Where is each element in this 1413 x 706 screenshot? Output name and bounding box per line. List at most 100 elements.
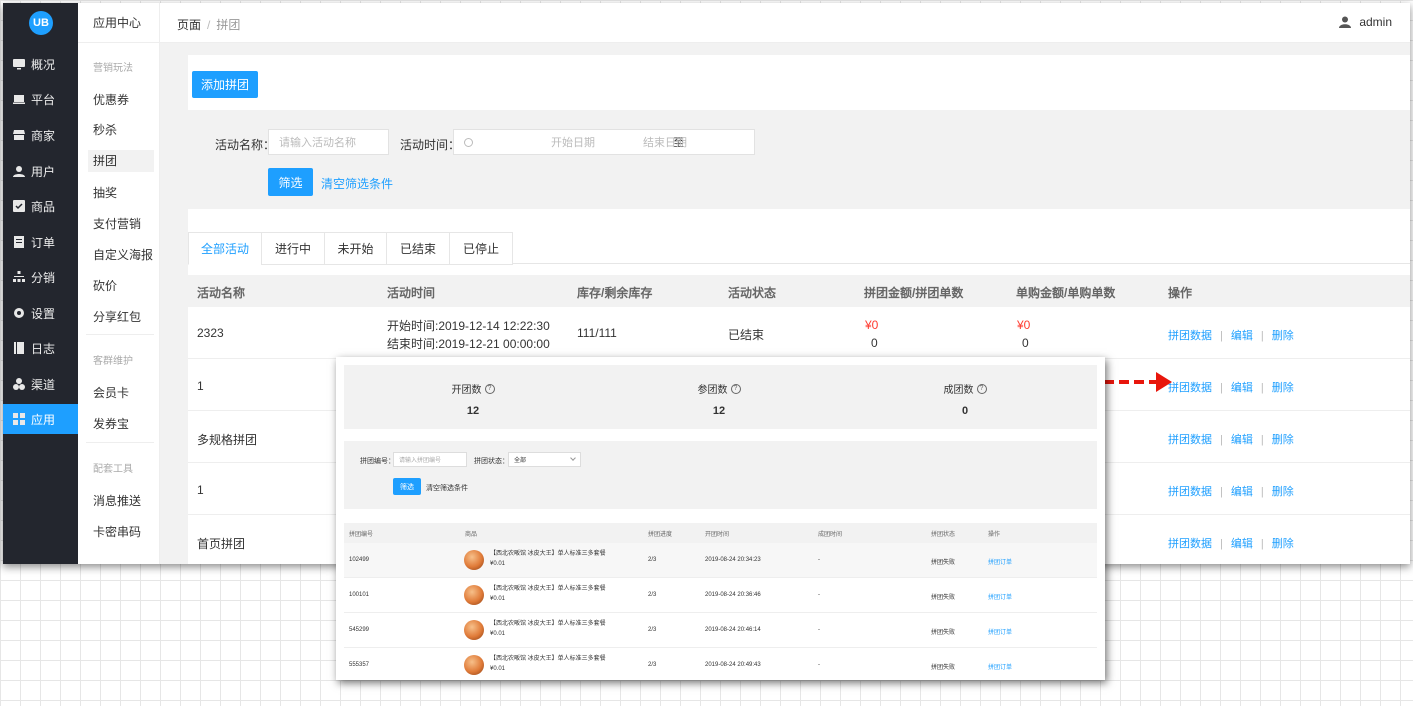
goods-name: 【西北农畈馆 冰皮大王】单人标准三多套餐 <box>490 551 606 557</box>
submenu-title: 应用中心 <box>78 3 160 43</box>
goods-name: 【西北农畈馆 冰皮大王】单人标准三多套餐 <box>490 621 606 627</box>
tab-all[interactable]: 全部活动 <box>188 232 262 265</box>
delete-link[interactable]: 删除 <box>1272 486 1294 498</box>
action-separator: | <box>1260 434 1264 446</box>
help-icon[interactable]: ? <box>730 383 741 394</box>
user-icon <box>13 165 25 177</box>
group-data-link[interactable]: 拼团数据 <box>1168 382 1212 394</box>
edit-link[interactable]: 编辑 <box>1231 330 1253 342</box>
tab-not-started[interactable]: 未开始 <box>324 232 387 265</box>
submenu-item-coupon-treasure[interactable]: 发券宝 <box>88 413 154 435</box>
open-time: 2019-08-24 20:46:14 <box>705 627 761 633</box>
sidebar-item-platform[interactable]: 平台 <box>3 84 78 114</box>
delete-link[interactable]: 删除 <box>1272 434 1294 446</box>
complete-time: - <box>818 557 820 563</box>
group-order-link[interactable]: 拼团订单 <box>988 662 1012 671</box>
delete-link[interactable]: 删除 <box>1272 330 1294 342</box>
help-icon[interactable]: ? <box>976 383 987 394</box>
submenu-item-lottery[interactable]: 抽奖 <box>88 182 154 204</box>
col-single-amount: 单购金额/单购单数 <box>1016 286 1116 300</box>
group-data-link[interactable]: 拼团数据 <box>1168 538 1212 550</box>
group-no: 102499 <box>349 557 370 563</box>
sidebar-item-orders[interactable]: 订单 <box>3 227 78 257</box>
action-separator: | <box>1220 382 1223 394</box>
goods-price: ¥0.01 <box>490 666 506 672</box>
complete-time: - <box>818 627 820 633</box>
clear-filter-link[interactable]: 清空筛选条件 <box>321 175 393 192</box>
submenu-item-member-card[interactable]: 会员卡 <box>88 382 154 404</box>
single-amount: ¥0 <box>1017 318 1031 332</box>
sidebar-item-label: 商家 <box>31 128 56 143</box>
delete-link[interactable]: 删除 <box>1272 382 1294 394</box>
submenu-item-card-codes[interactable]: 卡密串码 <box>88 521 154 543</box>
sidebar-item-merchant[interactable]: 商家 <box>3 120 78 150</box>
submenu-item-flash-sale[interactable]: 秒杀 <box>88 119 154 141</box>
add-group-buy-button[interactable]: 添加拼团 <box>192 71 258 98</box>
sidebar-item-overview[interactable]: 概况 <box>3 49 78 79</box>
popup-filter-button[interactable]: 筛选 <box>393 478 421 495</box>
row-actions: 拼团数据 | 编辑 | 删除 <box>1168 483 1294 499</box>
open-time: 2019-08-24 20:49:43 <box>705 662 761 668</box>
submenu-item-bargain[interactable]: 砍价 <box>88 275 154 297</box>
user-menu[interactable]: admin <box>1339 15 1392 29</box>
action-separator: | <box>1220 330 1223 342</box>
group-data-link[interactable]: 拼团数据 <box>1168 330 1212 342</box>
group-data-link[interactable]: 拼团数据 <box>1168 486 1212 498</box>
row-actions: 拼团数据 | 编辑 | 删除 <box>1168 327 1294 343</box>
stock-value: 111/111 <box>577 326 617 340</box>
start-date-placeholder: 开始日期 <box>551 137 595 149</box>
submenu-item-custom-poster[interactable]: 自定义海报 <box>88 244 154 266</box>
stat-value: 0 <box>961 405 969 417</box>
submenu-item-pay-marketing[interactable]: 支付营销 <box>88 213 154 235</box>
popup-clear-filter-link[interactable]: 清空筛选条件 <box>426 483 468 493</box>
row-actions: 拼团数据 | 编辑 | 删除 <box>1168 535 1294 551</box>
edit-link[interactable]: 编辑 <box>1231 434 1253 446</box>
sidebar-item-apps[interactable]: 应用 <box>3 404 78 434</box>
sidebar-item-users[interactable]: 用户 <box>3 156 78 186</box>
tab-ended[interactable]: 已结束 <box>386 232 450 265</box>
sidebar-item-logs[interactable]: 日志 <box>3 333 78 363</box>
sidebar-item-label: 渠道 <box>31 377 56 392</box>
edit-link[interactable]: 编辑 <box>1231 486 1253 498</box>
date-range-input[interactable]: 开始日期 至 结束日期 <box>453 129 755 155</box>
sidebar-item-goods[interactable]: 商品 <box>3 191 78 221</box>
sidebar-item-channels[interactable]: 渠道 <box>3 369 78 399</box>
monitor-icon <box>13 58 25 70</box>
sidebar-item-label: 设置 <box>31 306 56 321</box>
group-status-label: 拼团状态： <box>474 458 509 465</box>
group-data-link[interactable]: 拼团数据 <box>1168 434 1212 446</box>
breadcrumb-separator: / <box>207 18 211 32</box>
group-progress: 2/3 <box>648 557 657 563</box>
popup-table-row: 545299 【西北农畈馆 冰皮大王】单人标准三多套餐 ¥0.01 2/3 201… <box>344 613 1097 648</box>
sidebar-item-settings[interactable]: 设置 <box>3 298 78 328</box>
help-icon[interactable]: ? <box>484 383 495 394</box>
action-separator: | <box>1220 434 1223 446</box>
group-no-input[interactable]: 请输入拼团编号 <box>393 452 467 467</box>
edit-link[interactable]: 编辑 <box>1231 382 1253 394</box>
breadcrumb-root[interactable]: 页面 <box>177 18 201 32</box>
group-order-link[interactable]: 拼团订单 <box>988 592 1012 601</box>
group-status-select[interactable]: 全部 <box>508 452 581 467</box>
edit-link[interactable]: 编辑 <box>1231 538 1253 550</box>
sidebar-item-label: 日志 <box>31 341 56 356</box>
submenu-item-push[interactable]: 消息推送 <box>88 490 154 512</box>
group-order-link[interactable]: 拼团订单 <box>988 627 1012 636</box>
activity-name-input[interactable]: 请输入活动名称 <box>268 129 389 155</box>
submenu-item-coupon[interactable]: 优惠券 <box>88 89 154 111</box>
action-separator: | <box>1260 330 1264 342</box>
sidebar-item-label: 商品 <box>31 199 56 214</box>
table-header: 活动名称 活动时间 库存/剩余库存 活动状态 拼团金额/拼团单数 单购金额/单购… <box>188 275 1410 307</box>
tab-stopped[interactable]: 已停止 <box>449 232 513 265</box>
app-logo[interactable]: UB <box>29 11 53 35</box>
submenu-item-share-redpacket[interactable]: 分享红包 <box>88 306 154 328</box>
tab-ongoing[interactable]: 进行中 <box>261 232 325 265</box>
filter-submit-button[interactable]: 筛选 <box>268 168 313 196</box>
submenu-item-group-buy[interactable]: 拼团 <box>88 150 154 172</box>
activity-name: 1 <box>197 379 204 393</box>
sidebar-item-distribution[interactable]: 分销 <box>3 262 78 292</box>
book-icon <box>13 342 25 354</box>
group-order-link[interactable]: 拼团订单 <box>988 557 1012 566</box>
activity-name: 多规格拼团 <box>197 433 258 447</box>
delete-link[interactable]: 删除 <box>1272 538 1294 550</box>
group-no: 100101 <box>349 592 370 598</box>
